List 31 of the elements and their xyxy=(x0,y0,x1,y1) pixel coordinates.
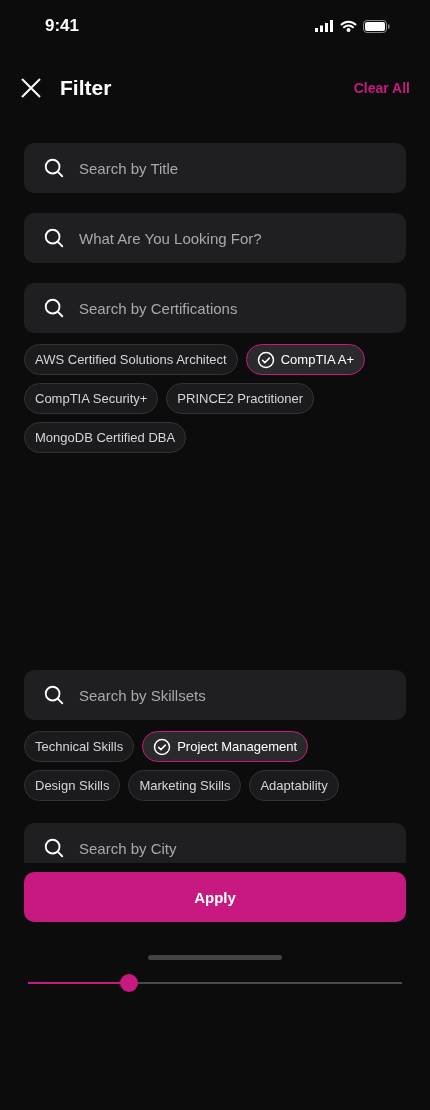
check-circle-icon xyxy=(256,350,275,369)
battery-icon xyxy=(363,19,390,33)
filter-chip[interactable]: Project Management xyxy=(142,731,309,762)
search-icon xyxy=(43,227,65,249)
search-field[interactable]: Search by Skillsets xyxy=(24,670,406,720)
search-field[interactable]: What Are You Looking For? xyxy=(24,213,406,263)
filter-chip[interactable]: PRINCE2 Practitioner xyxy=(166,383,315,414)
filter-chip[interactable]: Marketing Skills xyxy=(128,770,242,801)
clear-all-link[interactable]: Clear All xyxy=(353,80,410,96)
wifi-icon xyxy=(340,20,357,32)
filter-chip[interactable]: Design Skills xyxy=(24,770,121,801)
search-field[interactable]: Search by City xyxy=(24,823,406,863)
search-icon xyxy=(43,684,65,706)
page-title: Filter xyxy=(60,76,113,100)
signal-icon xyxy=(315,20,334,32)
filter-chip[interactable]: Technical Skills xyxy=(24,731,135,762)
apply-button[interactable]: Apply xyxy=(24,872,406,922)
filter-chip[interactable]: Adaptability xyxy=(249,770,339,801)
slider-thumb[interactable] xyxy=(119,974,138,992)
search-field[interactable]: Search by Title xyxy=(24,143,406,193)
search-icon xyxy=(43,837,65,859)
filter-chip[interactable]: MongoDB Certified DBA xyxy=(24,422,187,453)
check-circle-icon xyxy=(153,737,172,756)
filter-chip[interactable]: CompTIA Security+ xyxy=(24,383,159,414)
filter-chip[interactable]: AWS Certified Solutions Architect xyxy=(24,344,238,375)
close-icon[interactable] xyxy=(20,77,42,99)
search-field[interactable]: Search by Certifications xyxy=(24,283,406,333)
search-icon xyxy=(43,157,65,179)
search-icon xyxy=(43,297,65,319)
status-time: 9:41 xyxy=(45,16,80,36)
filter-chip[interactable]: CompTIA A+ xyxy=(245,344,366,375)
